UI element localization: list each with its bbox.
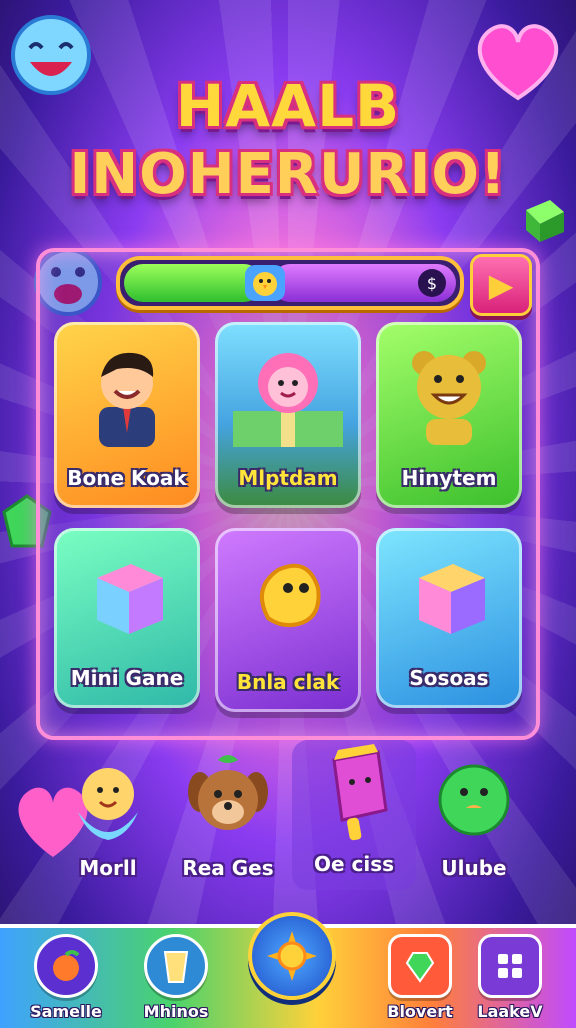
nav-label: Samelle bbox=[30, 1002, 102, 1021]
nav-laakev[interactable]: LaakeV bbox=[460, 934, 560, 1021]
boy-character-icon bbox=[54, 332, 200, 452]
tile-label: Bnla clak bbox=[236, 670, 340, 694]
next-button[interactable]: ▶ bbox=[470, 254, 532, 316]
tile-label: Bone Koak bbox=[67, 466, 187, 490]
sun-icon bbox=[267, 931, 317, 981]
game-tile-bone-koak[interactable]: Bone Koak bbox=[54, 322, 200, 508]
title-line-2: INOHERURIO! bbox=[69, 142, 507, 207]
green-ball-character-icon bbox=[438, 764, 510, 836]
nav-label: LaakeV bbox=[477, 1002, 543, 1021]
game-tile-sosoas[interactable]: Sosoas bbox=[376, 528, 522, 708]
character-label: Ulube bbox=[441, 856, 507, 880]
gem-heart-icon bbox=[388, 934, 452, 998]
game-tile-bnla-clak[interactable]: Bnla clak bbox=[215, 528, 361, 712]
game-tile-hinytem[interactable]: Hinytem bbox=[376, 322, 522, 508]
character-label: Oe ciss bbox=[313, 852, 395, 876]
popsicle-character-icon bbox=[332, 744, 388, 841]
tile-label: Mlptdam bbox=[238, 466, 338, 490]
home-sun-button[interactable] bbox=[248, 912, 336, 1000]
character-morll[interactable]: Morll bbox=[46, 752, 170, 880]
peach-icon bbox=[34, 934, 98, 998]
nav-mhinos[interactable]: Mhinos bbox=[126, 934, 226, 1021]
title-line-1: HAALB bbox=[175, 72, 401, 140]
nav-blovert[interactable]: Blovert bbox=[370, 934, 470, 1021]
game-tile-mlptdam[interactable]: Mlptdam bbox=[215, 322, 361, 508]
character-label: Rea Ges bbox=[182, 856, 274, 880]
tile-label: Hinytem bbox=[401, 466, 497, 490]
nav-label: Blovert bbox=[387, 1002, 453, 1021]
juice-glass-icon bbox=[144, 934, 208, 998]
dog-character-icon bbox=[188, 755, 268, 830]
coin-icon: $ bbox=[418, 269, 446, 297]
bear-character-icon bbox=[376, 332, 522, 452]
character-oe-ciss[interactable]: Oe ciss bbox=[292, 740, 416, 890]
progress-fill bbox=[124, 264, 263, 302]
game-tile-mini-gane[interactable]: Mini Gane bbox=[54, 528, 200, 708]
character-ulube[interactable]: Ulube bbox=[412, 752, 536, 880]
yellow-blob-icon bbox=[215, 538, 361, 658]
pink-girl-character-icon bbox=[215, 332, 361, 452]
level-progress-bar: $ bbox=[116, 256, 464, 310]
tile-label: Sosoas bbox=[409, 666, 489, 690]
character-label: Morll bbox=[79, 856, 137, 880]
tile-label: Mini Gane bbox=[70, 666, 184, 690]
rainbow-cube-icon bbox=[376, 538, 522, 658]
nav-samelle[interactable]: Samelle bbox=[16, 934, 116, 1021]
chick-token-icon bbox=[245, 265, 285, 301]
character-rea-ges[interactable]: Rea Ges bbox=[166, 752, 290, 880]
grid-icon bbox=[478, 934, 542, 998]
sprite-character-icon bbox=[78, 768, 138, 840]
rainbow-cube-icon bbox=[54, 538, 200, 658]
nav-label: Mhinos bbox=[143, 1002, 209, 1021]
